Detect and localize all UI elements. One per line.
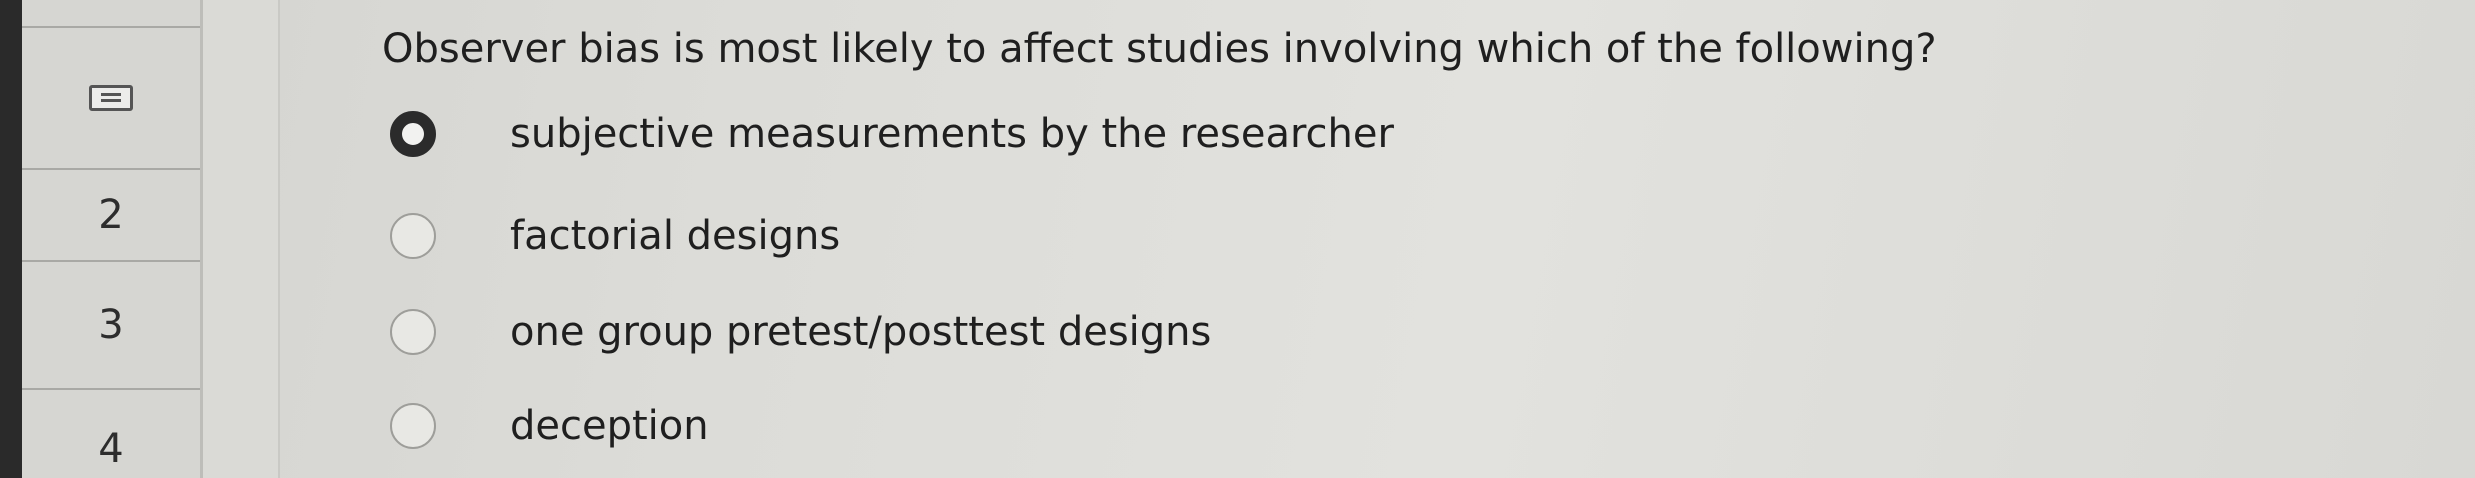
answer-option[interactable]: one group pretest/posttest designs (390, 302, 1211, 362)
quiz-page: 2 3 4 Observer bias is most likely to af… (0, 0, 2475, 478)
radio-unselected-icon[interactable] (390, 213, 436, 259)
answer-option-label[interactable]: deception (510, 403, 709, 449)
nav-item-question-2[interactable]: 2 (22, 170, 200, 262)
question-text: Observer bias is most likely to affect s… (382, 26, 1937, 72)
question-nav: 2 3 4 (22, 0, 200, 478)
answer-option[interactable]: factorial designs (390, 206, 840, 266)
nav-item-label: 3 (98, 302, 124, 348)
nav-item-question-4[interactable]: 4 (22, 390, 200, 478)
radio-selected-icon[interactable] (390, 111, 436, 157)
radio-unselected-icon[interactable] (390, 403, 436, 449)
answer-option[interactable]: deception (390, 396, 709, 456)
nav-item-question-3[interactable]: 3 (22, 262, 200, 390)
content-gutter (203, 0, 280, 478)
window-edge (0, 0, 22, 478)
nav-item-label: 4 (98, 426, 124, 472)
nav-item-label: 2 (98, 192, 124, 238)
nav-header-spacer (22, 0, 200, 28)
answer-option[interactable]: subjective measurements by the researche… (390, 104, 1394, 164)
document-lines-icon (89, 85, 133, 111)
nav-item-current-question[interactable] (22, 28, 200, 170)
answer-option-label[interactable]: factorial designs (510, 213, 840, 259)
radio-unselected-icon[interactable] (390, 309, 436, 355)
answer-option-label[interactable]: one group pretest/posttest designs (510, 309, 1211, 355)
answer-option-label[interactable]: subjective measurements by the researche… (510, 111, 1394, 157)
